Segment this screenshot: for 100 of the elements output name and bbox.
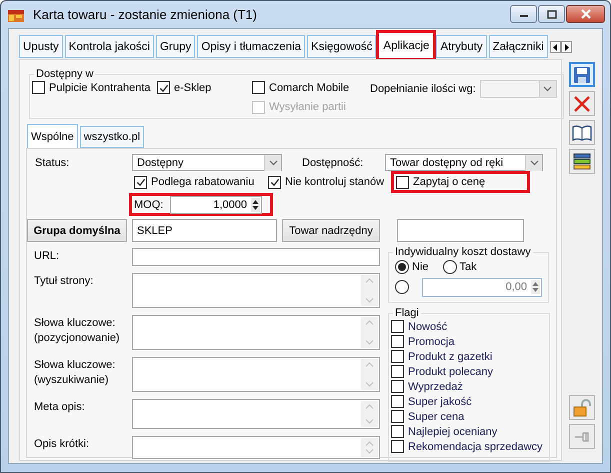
save-button[interactable]: [569, 62, 595, 87]
checkbox-label: Super jakość: [408, 396, 472, 408]
pin-icon: [574, 430, 590, 444]
book-icon: [572, 124, 592, 140]
tab[interactable]: Wspólne: [27, 124, 78, 148]
scroll-left-button[interactable]: [550, 41, 561, 53]
radio-button[interactable]: [442, 260, 457, 274]
chevron-down-icon: [543, 86, 552, 92]
chevron-down-icon: [365, 298, 374, 303]
radio-label: Tak: [460, 261, 477, 273]
tab[interactable]: Opisy i tłumaczenia: [197, 35, 306, 58]
chevron-down-icon: [268, 160, 278, 166]
field-label: MOQ:: [134, 198, 164, 210]
parent-item-button[interactable]: Towar nadrzędny: [282, 219, 380, 242]
text-field[interactable]: [132, 248, 380, 266]
chevron-up-icon: [365, 320, 374, 325]
text-field[interactable]: [397, 219, 524, 242]
tab[interactable]: Atrybuty: [436, 35, 487, 58]
tab[interactable]: Aplikacje: [378, 32, 434, 59]
checkbox[interactable]: [391, 365, 404, 378]
field-label: URL:: [34, 249, 60, 264]
number-field[interactable]: 1,0000: [170, 196, 262, 214]
radio-label: Nie: [412, 261, 429, 273]
radio-button[interactable]: [395, 260, 409, 274]
field-label: Opis krótki:: [34, 437, 90, 452]
chevron-up-icon: [365, 404, 374, 409]
spin-icon: [531, 280, 540, 294]
checkbox[interactable]: [396, 176, 409, 188]
field-label: Dostępność:: [302, 156, 364, 168]
checkbox[interactable]: [391, 335, 404, 348]
checkbox-label: Wyprzedaż: [408, 380, 463, 392]
dropdown[interactable]: Dostępny: [132, 154, 282, 171]
close-icon: [573, 94, 591, 112]
radio-button[interactable]: [395, 280, 409, 294]
arrow-right-icon: [564, 44, 569, 50]
checkbox[interactable]: [391, 395, 404, 408]
checkbox-label: e-Sklep: [174, 82, 212, 94]
checkbox[interactable]: [134, 176, 147, 188]
chevron-down-icon: [530, 160, 538, 166]
minimize-button[interactable]: [510, 5, 537, 23]
tab[interactable]: Księgowość: [307, 35, 376, 58]
text-field[interactable]: SKLEP: [132, 219, 277, 242]
checkbox-label: Nie kontroluj stanów: [285, 176, 384, 188]
checkbox-label: Nowość: [408, 320, 448, 332]
group-title: Indywidualny koszt dostawy: [394, 246, 532, 258]
checkbox[interactable]: [157, 81, 170, 94]
delete-button[interactable]: [569, 91, 595, 116]
checkbox-label: Promocja: [408, 336, 454, 348]
field-label: Status:: [35, 156, 70, 168]
checkbox[interactable]: [391, 440, 404, 453]
chevron-down-icon: [365, 382, 374, 387]
checkbox-label: Najlepiej oceniany: [408, 426, 498, 438]
checkbox[interactable]: [391, 350, 404, 363]
list-button[interactable]: [569, 149, 595, 174]
scroll-right-button[interactable]: [560, 41, 572, 53]
chevron-down-icon: [365, 419, 374, 424]
tab[interactable]: wszystko.pl: [80, 126, 144, 148]
close-button[interactable]: [566, 5, 605, 23]
checkbox-label: Super cena: [408, 410, 464, 422]
tab[interactable]: Upusty: [19, 35, 63, 58]
group-title: Dostępny w: [35, 68, 94, 80]
checkbox[interactable]: [391, 320, 404, 333]
lock-button[interactable]: [569, 395, 595, 420]
chevron-down-icon: [365, 449, 374, 454]
checkbox-label: Pulpicie Kontrahenta: [49, 82, 151, 94]
unlocked-padlock-icon: [573, 398, 591, 416]
dropdown[interactable]: Towar dostępny od ręki: [385, 154, 543, 171]
maximize-icon: [546, 10, 556, 18]
checkbox[interactable]: [391, 410, 404, 423]
checkbox-label: Produkt z gazetki: [408, 350, 492, 362]
chevron-down-icon: [365, 340, 374, 345]
chevron-up-icon: [365, 441, 374, 446]
checkbox-label: Produkt polecany: [408, 366, 493, 378]
checkbox[interactable]: [268, 176, 281, 188]
checkmark-icon: [269, 176, 280, 188]
checkbox-label: Wysyłanie partii: [269, 101, 346, 113]
field-label: Słowa kluczowe: (wyszukiwanie): [34, 358, 116, 388]
field-label: Tytuł strony:: [34, 274, 94, 289]
group-title: Flagi: [394, 307, 420, 319]
checkbox[interactable]: [32, 81, 45, 94]
checkmark-icon: [135, 176, 146, 188]
checkbox[interactable]: [391, 380, 404, 393]
default-group-button[interactable]: Grupa domyślna: [27, 219, 127, 242]
maximize-button[interactable]: [538, 5, 565, 23]
colored-bars-icon: [573, 153, 591, 170]
field-label: Słowa kluczowe: (pozycjonowanie): [34, 316, 121, 346]
checkbox-label: Podlega rabatowaniu: [151, 176, 254, 188]
number-field[interactable]: 0,00: [422, 278, 542, 296]
checkbox[interactable]: [391, 425, 404, 438]
arrow-left-icon: [552, 44, 558, 50]
book-button[interactable]: [569, 120, 595, 145]
close-icon: [580, 9, 592, 19]
checkbox[interactable]: [252, 81, 265, 94]
tab[interactable]: Załączniki: [488, 35, 548, 58]
checkbox-label: Zapytaj o cenę: [413, 176, 486, 188]
spin-icon: [251, 198, 260, 212]
checkbox-label: Comarch Mobile: [269, 82, 350, 94]
tab[interactable]: Kontrola jakości: [64, 35, 154, 58]
tab[interactable]: Grupy: [156, 35, 196, 58]
field-label: Dopełnianie ilości wg:: [370, 83, 476, 95]
